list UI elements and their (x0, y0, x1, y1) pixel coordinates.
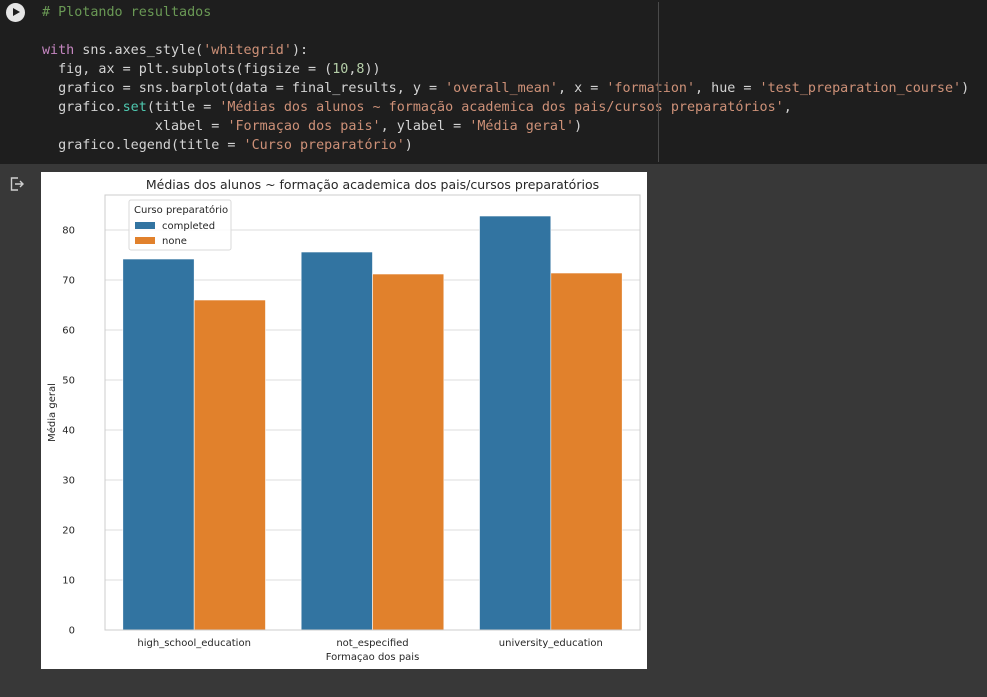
output-redirect-icon[interactable] (9, 176, 25, 192)
code-token: fig, ax = plt.subplots(figsize = ( (42, 62, 333, 77)
run-cell-button[interactable] (6, 3, 25, 22)
code-token: sns.axes_style( (74, 43, 204, 58)
code-token: ) (961, 81, 970, 96)
code-token: grafico.legend(title = (42, 138, 244, 153)
legend: Curso preparatório completed none (128, 199, 232, 251)
code-token: 'Médias dos alunos ~ formação academica … (219, 100, 784, 115)
code-line[interactable] (42, 22, 969, 41)
x-tick-label: university_education (499, 638, 603, 649)
code-token: , (783, 100, 792, 115)
y-tick-label: 50 (62, 376, 75, 387)
code-token: 'Formaçao dos pais' (227, 119, 381, 134)
code-editor[interactable]: # Plotando resultados with sns.axes_style… (42, 3, 969, 155)
legend-swatch (135, 222, 155, 229)
code-line[interactable]: with sns.axes_style('whitegrid'): (42, 41, 969, 60)
code-token: (title = (146, 100, 220, 115)
code-token: # Plotando resultados (42, 5, 212, 20)
code-token: )) (364, 62, 381, 77)
y-tick-label: 30 (62, 476, 75, 487)
bar-chart: 0 10 20 30 40 50 60 70 80 high_school_education no… (46, 177, 641, 663)
y-tick-label: 80 (62, 226, 75, 237)
code-token: 'formation' (606, 81, 696, 96)
bar-none-high_school_education (193, 299, 266, 631)
y-tick-label: 20 (62, 526, 75, 537)
bar-none-not_especified (372, 273, 445, 631)
code-line[interactable]: grafico.set(title = 'Médias dos alunos ~… (42, 98, 969, 117)
code-line[interactable]: grafico.legend(title = 'Curso preparatór… (42, 136, 969, 155)
code-token: , ylabel = (380, 119, 470, 134)
legend-label: completed (162, 221, 215, 232)
y-tick-label: 40 (62, 426, 75, 437)
code-token: xlabel = (42, 119, 228, 134)
ruler-line (658, 2, 659, 162)
code-token: 'Média geral' (469, 119, 575, 134)
y-tick-label: 70 (62, 276, 75, 287)
code-token: 10 (332, 62, 349, 77)
code-token: 'whitegrid' (203, 43, 292, 58)
code-token: 'overall_mean' (445, 81, 558, 96)
x-tick-label: high_school_education (137, 638, 250, 649)
bar-completed-university_education (479, 215, 552, 631)
x-axis-label: Formaçao dos pais (326, 652, 420, 663)
code-line[interactable]: grafico = sns.barplot(data = final_resul… (42, 79, 969, 98)
code-token: ): (291, 43, 309, 58)
legend-title: Curso preparatório (134, 204, 228, 216)
y-tick-label: 10 (62, 576, 75, 587)
code-token: 'Curso preparatório' (243, 138, 405, 153)
code-line[interactable]: xlabel = 'Formaçao dos pais', ylabel = '… (42, 117, 969, 136)
code-token: 'test_preparation_course' (759, 81, 962, 96)
legend-label: none (162, 236, 187, 247)
code-cell[interactable]: # Plotando resultados with sns.axes_style… (0, 0, 987, 164)
code-token: with (42, 43, 75, 58)
bar-completed-not_especified (300, 251, 373, 631)
y-axis-label: Média geral (46, 383, 58, 442)
code-token: grafico. (42, 100, 123, 115)
code-line[interactable]: fig, ax = plt.subplots(figsize = (10,8)) (42, 60, 969, 79)
code-token: , hue = (695, 81, 760, 96)
legend-swatch (135, 237, 155, 244)
bar-completed-high_school_education (122, 258, 195, 631)
code-token: ) (404, 138, 413, 153)
code-token: , x = (557, 81, 607, 96)
y-tick-label: 0 (69, 626, 75, 637)
y-tick-label: 60 (62, 326, 75, 337)
code-token: set (122, 100, 147, 115)
x-tick-label: not_especified (336, 638, 408, 649)
code-line[interactable]: # Plotando resultados (42, 3, 969, 22)
code-token: ) (574, 119, 583, 134)
chart-title: Médias dos alunos ~ formação academica d… (146, 177, 599, 192)
bar-none-university_education (550, 272, 623, 631)
code-token: grafico = sns.barplot(data = final_resul… (42, 81, 446, 96)
chart-figure: 0 10 20 30 40 50 60 70 80 high_school_education no… (41, 172, 647, 669)
output-area: 0 10 20 30 40 50 60 70 80 high_school_education no… (0, 164, 987, 697)
